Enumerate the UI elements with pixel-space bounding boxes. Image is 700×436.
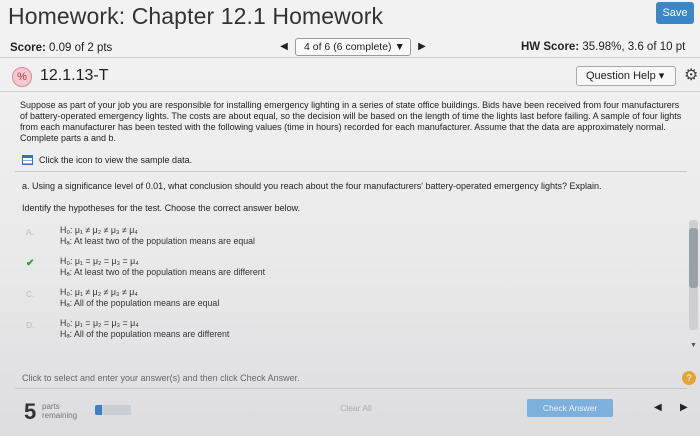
parts-remaining-label: parts remaining	[42, 402, 77, 420]
score: Score: 0.09 of 2 pts	[10, 42, 112, 54]
option-text: H₀: μ₁ ≠ μ₂ ≠ μ₃ ≠ μ₄ Hₐ: At least two o…	[60, 225, 255, 247]
option-radio[interactable]: A.	[26, 227, 54, 237]
option-h0: H₀: μ₁ ≠ μ₂ ≠ μ₃ ≠ μ₄	[60, 225, 138, 235]
divider	[15, 388, 687, 389]
previous-arrow-icon[interactable]: ◀	[654, 402, 662, 413]
homework-page: Homework: Chapter 12.1 Homework Save Sco…	[0, 0, 700, 436]
question-prompt: Suppose as part of your job you are resp…	[20, 100, 682, 143]
previous-question-icon[interactable]: ◀	[273, 38, 295, 56]
option-ha: Hₐ: All of the population means are equa…	[60, 298, 220, 308]
parts-label-line2: remaining	[42, 411, 78, 420]
question-id: 12.1.13-T	[40, 67, 109, 84]
parts-progress-bar	[95, 405, 131, 415]
table-icon[interactable]	[22, 155, 33, 165]
option-d[interactable]: D. H₀: μ₁ = μ₂ = μ₃ = μ₄ Hₐ: All of the …	[26, 318, 426, 349]
question-bar: % 12.1.13-T Question Help ▾ ⚙	[0, 60, 700, 92]
next-question-icon[interactable]: ▶	[411, 38, 433, 56]
hw-score: HW Score: 35.98%, 3.6 of 10 pt	[521, 41, 685, 53]
question-navigator: ◀ 4 of 6 (6 complete) ▼ ▶	[273, 38, 433, 56]
page-title: Homework: Chapter 12.1 Homework	[8, 3, 384, 29]
option-a[interactable]: A. H₀: μ₁ ≠ μ₂ ≠ μ₃ ≠ μ₄ Hₐ: At least tw…	[26, 225, 426, 256]
option-b[interactable]: ✔ H₀: μ₁ = μ₂ = μ₃ = μ₄ Hₐ: At least two…	[26, 256, 426, 287]
option-text: H₀: μ₁ ≠ μ₂ ≠ μ₃ ≠ μ₄ Hₐ: All of the pop…	[60, 287, 219, 309]
option-h0: H₀: μ₁ = μ₂ = μ₃ = μ₄	[60, 318, 139, 328]
identify-hypotheses: Identify the hypotheses for the test. Ch…	[22, 203, 301, 213]
parts-label-line1: parts	[42, 402, 60, 411]
hw-score-label: HW Score:	[521, 41, 580, 53]
option-h0: H₀: μ₁ = μ₂ = μ₃ = μ₄	[60, 256, 139, 266]
question-select[interactable]: 4 of 6 (6 complete) ▼	[295, 38, 411, 56]
score-label: Score:	[10, 42, 46, 54]
option-radio[interactable]: D.	[26, 320, 54, 330]
option-c[interactable]: C. H₀: μ₁ ≠ μ₂ ≠ μ₃ ≠ μ₄ Hₐ: All of the …	[26, 287, 426, 318]
score-value: 0.09 of 2 pts	[49, 42, 113, 54]
scroll-down-icon[interactable]: ▼	[690, 342, 697, 349]
part-a-question: a. Using a significance level of 0.01, w…	[22, 181, 602, 191]
option-text: H₀: μ₁ = μ₂ = μ₃ = μ₄ Hₐ: At least two o…	[60, 256, 265, 278]
sample-data-text: Click the icon to view the sample data.	[39, 155, 193, 165]
save-button[interactable]: Save	[656, 2, 694, 24]
option-text: H₀: μ₁ = μ₂ = μ₃ = μ₄ Hₐ: All of the pop…	[60, 318, 229, 340]
check-answer-button[interactable]: Check Answer	[527, 399, 613, 417]
parts-remaining-count: 5	[24, 399, 37, 424]
progress-fill	[95, 405, 103, 415]
option-h0: H₀: μ₁ ≠ μ₂ ≠ μ₃ ≠ μ₄	[60, 287, 138, 297]
question-select-value: 4 of 6 (6 complete)	[304, 41, 392, 53]
sample-data-link[interactable]: Click the icon to view the sample data.	[22, 155, 192, 165]
option-ha: Hₐ: At least two of the population means…	[60, 267, 266, 277]
instructions: Click to select and enter your answer(s)…	[22, 373, 300, 383]
option-radio[interactable]: C.	[26, 289, 54, 299]
help-icon[interactable]: ?	[682, 371, 696, 385]
partial-credit-icon: %	[12, 67, 32, 87]
option-ha: Hₐ: All of the population means are diff…	[60, 329, 230, 339]
clear-all-button[interactable]: Clear All	[339, 401, 373, 416]
scrollbar-thumb[interactable]	[689, 228, 698, 288]
divider	[15, 171, 687, 172]
title-bar: Homework: Chapter 12.1 Homework Save	[0, 0, 700, 34]
next-arrow-icon[interactable]: ▶	[680, 402, 688, 413]
scrollbar[interactable]	[689, 220, 698, 330]
option-ha: Hₐ: At least two of the population means…	[60, 236, 255, 246]
checkmark-icon[interactable]: ✔	[26, 258, 54, 269]
hw-score-value: 35.98%, 3.6 of 10 pt	[582, 41, 686, 53]
gear-icon[interactable]: ⚙	[684, 65, 698, 85]
question-help-button[interactable]: Question Help ▾	[576, 66, 676, 86]
score-bar: Score: 0.09 of 2 pts ◀ 4 of 6 (6 complet…	[0, 36, 700, 58]
answer-options: A. H₀: μ₁ ≠ μ₂ ≠ μ₃ ≠ μ₄ Hₐ: At least tw…	[26, 225, 426, 349]
